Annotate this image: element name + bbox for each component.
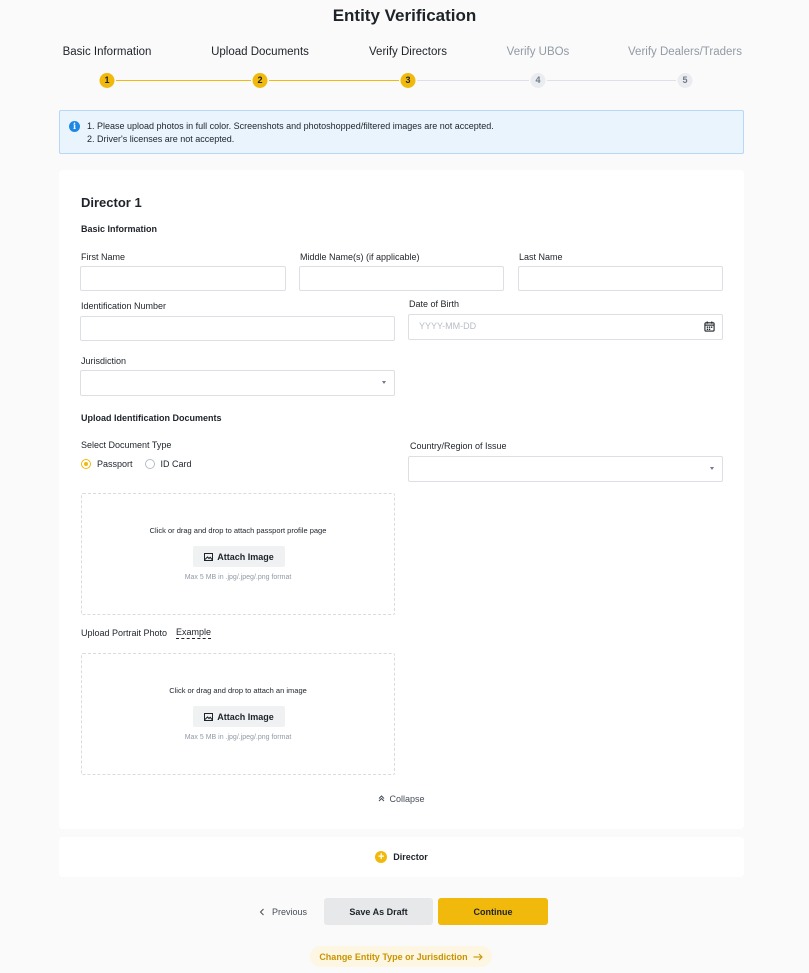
passport-dropzone-text: Click or drag and drop to attach passpor… (149, 526, 327, 535)
previous-button[interactable]: Previous (254, 898, 312, 925)
add-director-button[interactable]: + Director (59, 837, 744, 877)
radio-passport[interactable] (81, 459, 91, 469)
country-label: Country/Region of Issue (410, 441, 507, 451)
collapse-button[interactable]: Collapse (59, 794, 744, 804)
doc-type-label: Select Document Type (81, 440, 172, 450)
step-label-basic-information: Basic Information (62, 46, 152, 58)
change-entity-label: Change Entity Type or Jurisdiction (319, 951, 468, 962)
continue-button[interactable]: Continue (438, 898, 548, 925)
attach-passport-label: Attach Image (217, 551, 274, 562)
middle-name-input[interactable] (299, 266, 504, 291)
step-dot-3: 3 (400, 73, 416, 88)
passport-dropzone-hint: Max 5 MB in .jpg/.jpeg/.png format (184, 574, 292, 581)
page-title: Entity Verification (332, 6, 477, 25)
step-label-upload-documents: Upload Documents (211, 46, 309, 58)
step-dot-5: 5 (677, 73, 693, 88)
caret-down-icon (382, 381, 386, 384)
director-title: Director 1 (81, 195, 142, 210)
caret-down-icon (710, 467, 714, 470)
step-label-verify-directors: Verify Directors (369, 46, 447, 58)
step-connector (547, 80, 676, 81)
last-name-label: Last Name (519, 252, 563, 262)
upload-docs-title: Upload Identification Documents (81, 413, 222, 423)
notice-line-2: 2. Driver's licenses are not accepted. (87, 134, 235, 144)
step-connector (116, 80, 251, 81)
save-draft-button[interactable]: Save As Draft (324, 898, 433, 925)
middle-name-label: Middle Name(s) (if applicable) (300, 252, 420, 262)
portrait-dropzone-hint: Max 5 MB in .jpg/.jpeg/.png format (184, 734, 292, 741)
arrow-right-icon (473, 953, 483, 960)
plus-circle-icon: + (375, 851, 388, 863)
step-label-verify-dealers: Verify Dealers/Traders (628, 46, 742, 58)
add-director-label: Director (393, 852, 428, 862)
change-entity-button[interactable]: Change Entity Type or Jurisdiction (310, 946, 492, 967)
calendar-icon[interactable] (704, 321, 715, 332)
country-select[interactable] (408, 456, 723, 482)
id-number-label: Identification Number (81, 301, 167, 311)
step-connector (417, 80, 529, 81)
previous-label: Previous (271, 906, 307, 917)
portrait-example-link[interactable]: Example (176, 627, 212, 639)
dob-input[interactable]: YYYY-MM-DD (408, 314, 723, 340)
notice-line-1: 1. Please upload photos in full color. S… (87, 121, 494, 131)
upload-notice: i 1. Please upload photos in full color.… (59, 110, 744, 154)
radio-passport-label[interactable]: Passport (97, 459, 133, 469)
first-name-input[interactable] (80, 266, 286, 291)
step-dot-4: 4 (530, 73, 546, 88)
portrait-dropzone-text: Click or drag and drop to attach an imag… (169, 686, 307, 695)
attach-passport-button[interactable]: Attach Image (193, 546, 285, 567)
chevron-double-up-icon (379, 795, 385, 802)
portrait-label: Upload Portrait Photo (81, 628, 168, 638)
doc-type-radio-group: Passport ID Card (81, 459, 204, 469)
image-icon (204, 552, 214, 561)
jurisdiction-select[interactable] (80, 370, 395, 396)
radio-id-card-label[interactable]: ID Card (161, 459, 192, 469)
chevron-left-icon (259, 908, 264, 915)
step-connector (269, 80, 399, 81)
basic-info-title: Basic Information (81, 224, 158, 234)
director-card: Director 1 Basic Information First Name … (59, 170, 744, 829)
passport-dropzone[interactable]: Click or drag and drop to attach passpor… (81, 493, 395, 615)
step-dot-2: 2 (252, 73, 268, 88)
step-label-verify-ubos: Verify UBOs (506, 46, 570, 58)
collapse-label: Collapse (389, 794, 425, 804)
id-number-input[interactable] (80, 316, 395, 341)
first-name-label: First Name (81, 252, 126, 262)
dob-label: Date of Birth (409, 299, 460, 309)
progress-stepper: Basic Information Upload Documents Verif… (0, 46, 809, 92)
jurisdiction-label: Jurisdiction (81, 356, 127, 366)
portrait-dropzone[interactable]: Click or drag and drop to attach an imag… (81, 653, 395, 775)
info-icon: i (69, 121, 80, 132)
dob-placeholder: YYYY-MM-DD (419, 321, 477, 331)
last-name-input[interactable] (518, 266, 723, 291)
step-dot-1: 1 (99, 73, 115, 88)
radio-id-card[interactable] (144, 459, 155, 469)
image-icon (204, 712, 214, 721)
attach-portrait-button[interactable]: Attach Image (193, 706, 285, 727)
attach-portrait-label: Attach Image (217, 711, 274, 722)
